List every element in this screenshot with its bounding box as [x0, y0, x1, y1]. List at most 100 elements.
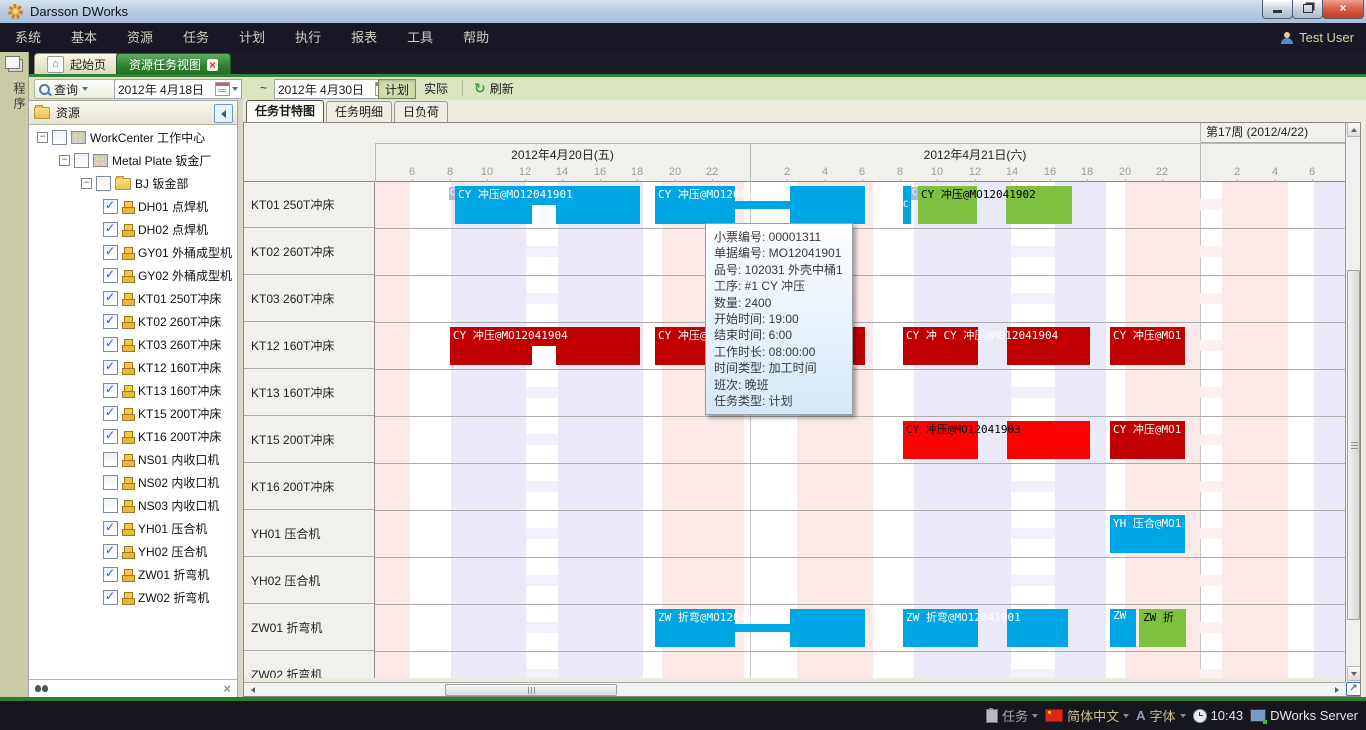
- task-bar-segment[interactable]: [790, 186, 865, 224]
- tree-checkbox[interactable]: [103, 383, 118, 398]
- tree-item[interactable]: NS02 内收口机: [29, 471, 237, 494]
- tree-item[interactable]: NS03 内收口机: [29, 494, 237, 517]
- tree-checkbox[interactable]: [103, 475, 118, 490]
- tree-item[interactable]: −BJ 钣金部: [29, 172, 237, 195]
- tree-item[interactable]: KT02 260T冲床: [29, 310, 237, 333]
- tree-checkbox[interactable]: [103, 314, 118, 329]
- tree-item[interactable]: DH02 点焊机: [29, 218, 237, 241]
- tree-item[interactable]: GY02 外桶成型机: [29, 264, 237, 287]
- query-button[interactable]: 查询: [34, 79, 118, 99]
- tree-checkbox[interactable]: [103, 567, 118, 582]
- tab-resource-task-view[interactable]: 资源任务视图 ×: [116, 53, 231, 75]
- menu-item-工具[interactable]: 工具: [392, 23, 448, 52]
- tree-expander-icon[interactable]: −: [59, 155, 70, 166]
- tree-checkbox[interactable]: [103, 429, 118, 444]
- gantt-tab-任务明细[interactable]: 任务明细: [326, 101, 392, 122]
- user-box[interactable]: Test User: [1281, 23, 1354, 52]
- tree-checkbox[interactable]: [103, 268, 118, 283]
- date-from-dropdown-icon[interactable]: [232, 87, 238, 91]
- query-dropdown-icon[interactable]: [82, 87, 88, 91]
- scroll-down-button[interactable]: [1347, 666, 1361, 681]
- menu-item-资源[interactable]: 资源: [112, 23, 168, 52]
- tree-item-label: KT12 160T冲床: [138, 359, 221, 376]
- scroll-right-button[interactable]: [1330, 684, 1343, 696]
- restore-button[interactable]: [1292, 0, 1323, 19]
- calendar-icon[interactable]: [215, 82, 230, 96]
- status-language-menu[interactable]: 简体中文: [1045, 706, 1129, 725]
- menu-item-执行[interactable]: 执行: [280, 23, 336, 52]
- tree-checkbox[interactable]: [52, 130, 67, 145]
- tree-checkbox[interactable]: [103, 245, 118, 260]
- date-range-separator: ~: [260, 79, 267, 97]
- tree-checkbox[interactable]: [103, 590, 118, 605]
- tree-item[interactable]: NS01 内收口机: [29, 448, 237, 471]
- tree-item[interactable]: KT16 200T冲床: [29, 425, 237, 448]
- tree-checkbox[interactable]: [74, 153, 89, 168]
- horizontal-scroll-thumb[interactable]: [445, 684, 617, 696]
- scroll-up-button[interactable]: [1347, 122, 1361, 137]
- tree-checkbox[interactable]: [103, 544, 118, 559]
- tree-checkbox[interactable]: [103, 199, 118, 214]
- tree-checkbox[interactable]: [103, 498, 118, 513]
- tree-item[interactable]: YH02 压合机: [29, 540, 237, 563]
- tab-home-page[interactable]: ⌂ 起始页: [34, 53, 119, 75]
- tree-item[interactable]: KT01 250T冲床: [29, 287, 237, 310]
- tree-checkbox[interactable]: [103, 222, 118, 237]
- plan-toggle-button[interactable]: 计划: [378, 79, 416, 99]
- tree-item[interactable]: KT12 160T冲床: [29, 356, 237, 379]
- tree-expander-icon[interactable]: −: [37, 132, 48, 143]
- menu-item-基本[interactable]: 基本: [56, 23, 112, 52]
- tree-item[interactable]: −Metal Plate 钣金厂: [29, 149, 237, 172]
- tree-checkbox[interactable]: [103, 521, 118, 536]
- tree-search-box[interactable]: ×: [29, 679, 237, 697]
- tree-checkbox[interactable]: [103, 291, 118, 306]
- tree-item[interactable]: ZW01 折弯机: [29, 563, 237, 586]
- tree-item[interactable]: GY01 外桶成型机: [29, 241, 237, 264]
- collapse-panel-button[interactable]: [214, 104, 233, 123]
- tree-checkbox[interactable]: [103, 337, 118, 352]
- tree-item[interactable]: YH01 压合机: [29, 517, 237, 540]
- actual-toggle-button[interactable]: 实际: [418, 79, 454, 97]
- vertical-scrollbar[interactable]: [1345, 122, 1361, 682]
- status-font-menu[interactable]: A 字体: [1136, 706, 1185, 725]
- menu-item-报表[interactable]: 报表: [336, 23, 392, 52]
- gantt-tab-日负荷[interactable]: 日负荷: [394, 101, 448, 122]
- close-button[interactable]: ×: [1322, 0, 1364, 19]
- task-bar-segment[interactable]: C: [911, 187, 918, 200]
- vertical-scroll-thumb[interactable]: [1347, 270, 1360, 620]
- gantt-tab-任务甘特图[interactable]: 任务甘特图: [246, 100, 324, 122]
- gantt-row-label: KT13 160T冲床: [243, 370, 374, 416]
- tree-item[interactable]: DH01 点焊机: [29, 195, 237, 218]
- tree-checkbox[interactable]: [103, 360, 118, 375]
- tree-item[interactable]: −WorkCenter 工作中心: [29, 126, 237, 149]
- tab-close-icon[interactable]: ×: [207, 59, 218, 71]
- tree-item[interactable]: KT03 260T冲床: [29, 333, 237, 356]
- gantt-row: [375, 558, 1345, 605]
- horizontal-scrollbar[interactable]: [244, 682, 1345, 697]
- side-strip-label[interactable]: 程序: [0, 82, 28, 112]
- clear-search-icon[interactable]: ×: [223, 682, 231, 695]
- refresh-button[interactable]: ↻ 刷新: [470, 79, 518, 97]
- tree-checkbox[interactable]: [96, 176, 111, 191]
- tree-item[interactable]: KT13 160T冲床: [29, 379, 237, 402]
- tree-expander-icon[interactable]: −: [81, 178, 92, 189]
- menu-item-任务[interactable]: 任务: [168, 23, 224, 52]
- scroll-left-button[interactable]: [246, 684, 259, 696]
- menu-item-计划[interactable]: 计划: [224, 23, 280, 52]
- tree-checkbox[interactable]: [103, 452, 118, 467]
- tree-checkbox[interactable]: [103, 406, 118, 421]
- menu-item-系统[interactable]: 系统: [0, 23, 56, 52]
- gantt-row-label: KT03 260T冲床: [243, 276, 374, 322]
- cascade-windows-icon[interactable]: [5, 56, 20, 69]
- minimize-button[interactable]: [1262, 0, 1293, 19]
- menu-item-帮助[interactable]: 帮助: [448, 23, 504, 52]
- navigate-corner-button[interactable]: ↗: [1346, 682, 1361, 696]
- tree-item[interactable]: KT15 200T冲床: [29, 402, 237, 425]
- hour-tick-label: 18: [1081, 166, 1093, 178]
- task-bar-segment[interactable]: C: [903, 186, 911, 224]
- date-from-field[interactable]: 2012年 4月18日: [114, 79, 242, 99]
- status-task-menu[interactable]: 任务: [986, 706, 1038, 725]
- tree-item-label: KT16 200T冲床: [138, 428, 221, 445]
- task-bar-segment[interactable]: [790, 609, 865, 647]
- tree-item[interactable]: ZW02 折弯机: [29, 586, 237, 609]
